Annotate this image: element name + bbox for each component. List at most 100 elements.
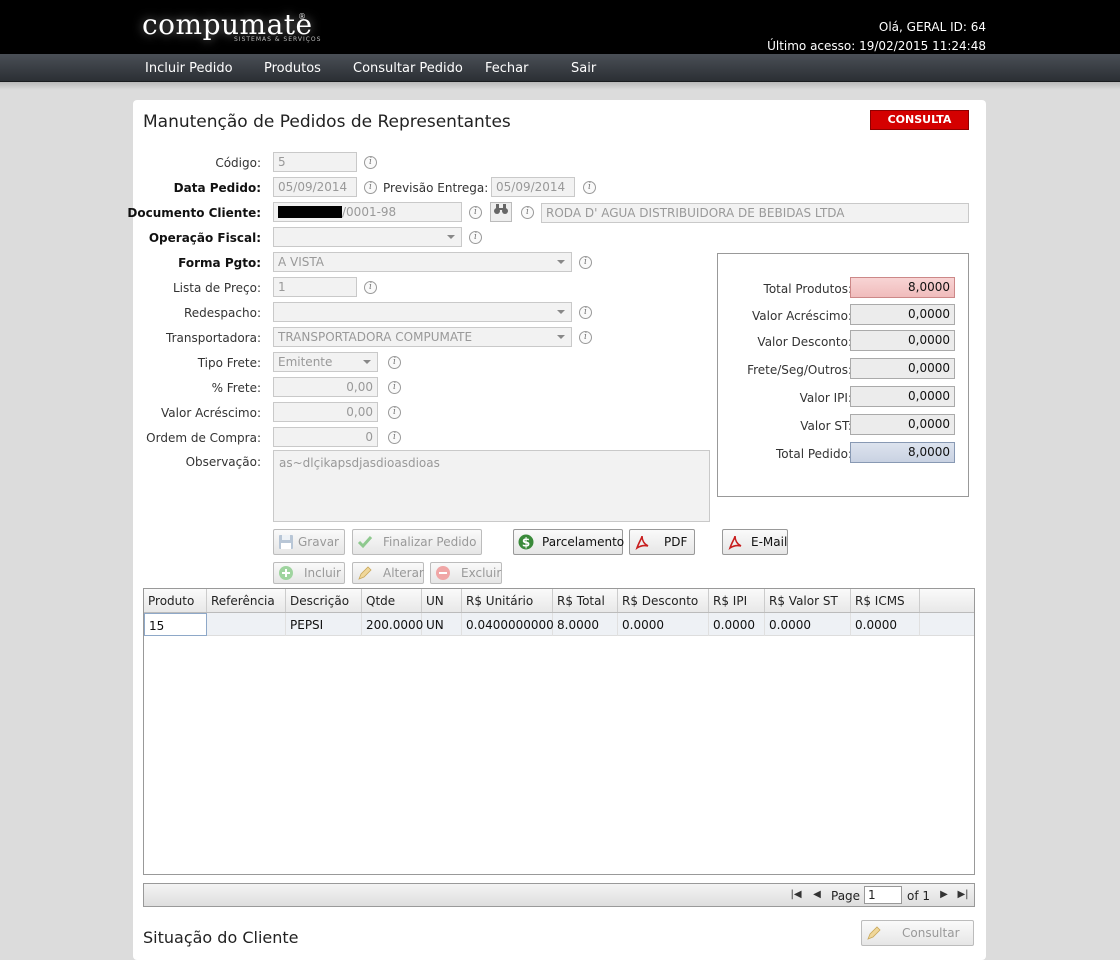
- col-produto[interactable]: Produto: [144, 589, 207, 612]
- gravar-button[interactable]: Gravar: [273, 529, 345, 555]
- codigo-field[interactable]: 5: [273, 152, 357, 172]
- excluir-label: Excluir: [461, 566, 502, 580]
- label-lista-preco: Lista de Preço:: [172, 281, 261, 295]
- page-number-input[interactable]: 1: [864, 886, 902, 904]
- col-unitario[interactable]: R$ Unitário: [462, 589, 553, 612]
- binoculars-icon[interactable]: [490, 202, 512, 222]
- finalizar-pedido-button[interactable]: Finalizar Pedido: [352, 529, 482, 555]
- info-icon[interactable]: i: [469, 206, 482, 219]
- items-grid: Produto Referência Descrição Qtde UN R$ …: [143, 588, 975, 875]
- col-descricao[interactable]: Descrição: [286, 589, 362, 612]
- tipo-frete-select[interactable]: Emitente: [273, 352, 378, 372]
- pdf-button[interactable]: PDF: [629, 529, 695, 555]
- operacao-fiscal-select[interactable]: [273, 227, 462, 247]
- col-qtde[interactable]: Qtde: [362, 589, 422, 612]
- incluir-label: Incluir: [304, 566, 341, 580]
- mode-badge: CONSULTA: [870, 110, 969, 130]
- menu-incluir-pedido[interactable]: Incluir Pedido: [145, 61, 233, 76]
- info-icon[interactable]: i: [364, 181, 377, 194]
- info-icon[interactable]: i: [388, 431, 401, 444]
- cell-produto[interactable]: 15: [144, 613, 207, 636]
- incluir-button[interactable]: Incluir: [273, 562, 345, 584]
- parcelamento-button[interactable]: $ Parcelamento: [513, 529, 624, 555]
- alterar-button[interactable]: Alterar: [352, 562, 424, 584]
- info-icon[interactable]: i: [579, 331, 592, 344]
- pencil-icon: [867, 926, 881, 940]
- col-valor-st[interactable]: R$ Valor ST: [765, 589, 851, 612]
- cell-valor-st: 0.0000: [765, 613, 851, 636]
- email-button[interactable]: E-Mail: [722, 529, 788, 555]
- label-documento-cliente: Documento Cliente:: [127, 206, 261, 220]
- next-page-icon[interactable]: ▶: [937, 888, 951, 902]
- documento-cliente-field[interactable]: /0001-98: [273, 202, 462, 222]
- label-valor-desconto: Valor Desconto:: [757, 335, 852, 349]
- pct-frete-field[interactable]: 0,00: [273, 377, 378, 397]
- info-icon[interactable]: i: [469, 231, 482, 244]
- forma-pgto-select[interactable]: A VISTA: [273, 252, 572, 272]
- valor-acrescimo-field[interactable]: 0,00: [273, 402, 378, 422]
- redespacho-select[interactable]: [273, 302, 572, 322]
- info-icon[interactable]: i: [579, 306, 592, 319]
- transportadora-value: TRANSPORTADORA COMPUMATE: [278, 330, 473, 344]
- gravar-label: Gravar: [298, 535, 339, 549]
- chevron-down-icon: [557, 310, 565, 314]
- chevron-down-icon: [557, 335, 565, 339]
- info-icon[interactable]: i: [579, 256, 592, 269]
- first-page-icon[interactable]: |◀: [789, 888, 803, 902]
- transportadora-select[interactable]: TRANSPORTADORA COMPUMATE: [273, 327, 572, 347]
- col-referencia[interactable]: Referência: [207, 589, 286, 612]
- col-icms[interactable]: R$ ICMS: [851, 589, 920, 612]
- label-ordem-compra: Ordem de Compra:: [146, 431, 261, 445]
- client-name-field[interactable]: RODA D' AGUA DISTRIBUIDORA DE BEBIDAS LT…: [541, 203, 969, 223]
- pdf-label: PDF: [664, 535, 688, 549]
- info-icon[interactable]: i: [521, 206, 534, 219]
- alterar-label: Alterar: [383, 566, 424, 580]
- pencil-icon: [358, 566, 372, 580]
- logo-subtitle: SISTEMAS & SERVIÇOS: [234, 36, 322, 43]
- cell-ipi: 0.0000: [709, 613, 765, 636]
- excluir-button[interactable]: Excluir: [430, 562, 502, 584]
- email-label: E-Mail: [751, 535, 788, 549]
- cell-icms: 0.0000: [851, 613, 920, 636]
- info-icon[interactable]: i: [583, 181, 596, 194]
- tipo-frete-value: Emitente: [278, 355, 333, 369]
- col-desconto[interactable]: R$ Desconto: [618, 589, 709, 612]
- valor-ipi-value: 0,0000: [850, 386, 955, 407]
- frete-seg-outros-value: 0,0000: [850, 358, 955, 379]
- user-greeting: Olá, GERAL ID: 64: [878, 20, 986, 34]
- info-icon[interactable]: i: [364, 281, 377, 294]
- cell-descricao: PEPSI: [286, 613, 362, 636]
- menu-sair[interactable]: Sair: [571, 61, 596, 76]
- total-pedido-value: 8,0000: [850, 442, 955, 463]
- ordem-compra-field[interactable]: 0: [273, 427, 378, 447]
- info-icon[interactable]: i: [388, 406, 401, 419]
- menu-consultar-pedido[interactable]: Consultar Pedido: [353, 61, 463, 76]
- menu-fechar[interactable]: Fechar: [485, 61, 528, 76]
- info-icon[interactable]: i: [388, 356, 401, 369]
- lista-preco-field[interactable]: 1: [273, 277, 357, 297]
- info-icon[interactable]: i: [388, 381, 401, 394]
- label-observacao: Observação:: [185, 455, 261, 469]
- data-pedido-field[interactable]: 05/09/2014: [273, 177, 357, 197]
- last-access: Último acesso: 19/02/2015 11:24:48: [767, 39, 986, 53]
- table-row[interactable]: 15 PEPSI 200.0000 UN 0.0400000000 8.0000…: [144, 613, 974, 636]
- cell-desconto: 0.0000: [618, 613, 709, 636]
- menu-produtos[interactable]: Produtos: [264, 61, 321, 76]
- menu-shadow: [0, 82, 1120, 90]
- prev-page-icon[interactable]: ◀: [810, 888, 824, 902]
- col-total[interactable]: R$ Total: [553, 589, 618, 612]
- valor-st-value: 0,0000: [850, 414, 955, 435]
- observacao-textarea[interactable]: as~dlçikapsdjasdioasdioas: [273, 450, 710, 522]
- plus-icon: [279, 566, 293, 580]
- cell-total: 8.0000: [553, 613, 618, 636]
- previsao-entrega-field[interactable]: 05/09/2014: [491, 177, 575, 197]
- label-frete-seg-outros: Frete/Seg/Outros:: [747, 363, 852, 377]
- valor-desconto-value: 0,0000: [850, 330, 955, 351]
- last-page-icon[interactable]: ▶|: [956, 888, 970, 902]
- label-pct-frete: % Frete:: [211, 381, 261, 395]
- col-ipi[interactable]: R$ IPI: [709, 589, 765, 612]
- cell-unitario: 0.0400000000: [462, 613, 554, 636]
- col-un[interactable]: UN: [422, 589, 462, 612]
- info-icon[interactable]: i: [364, 156, 377, 169]
- consultar-button[interactable]: Consultar: [861, 920, 974, 946]
